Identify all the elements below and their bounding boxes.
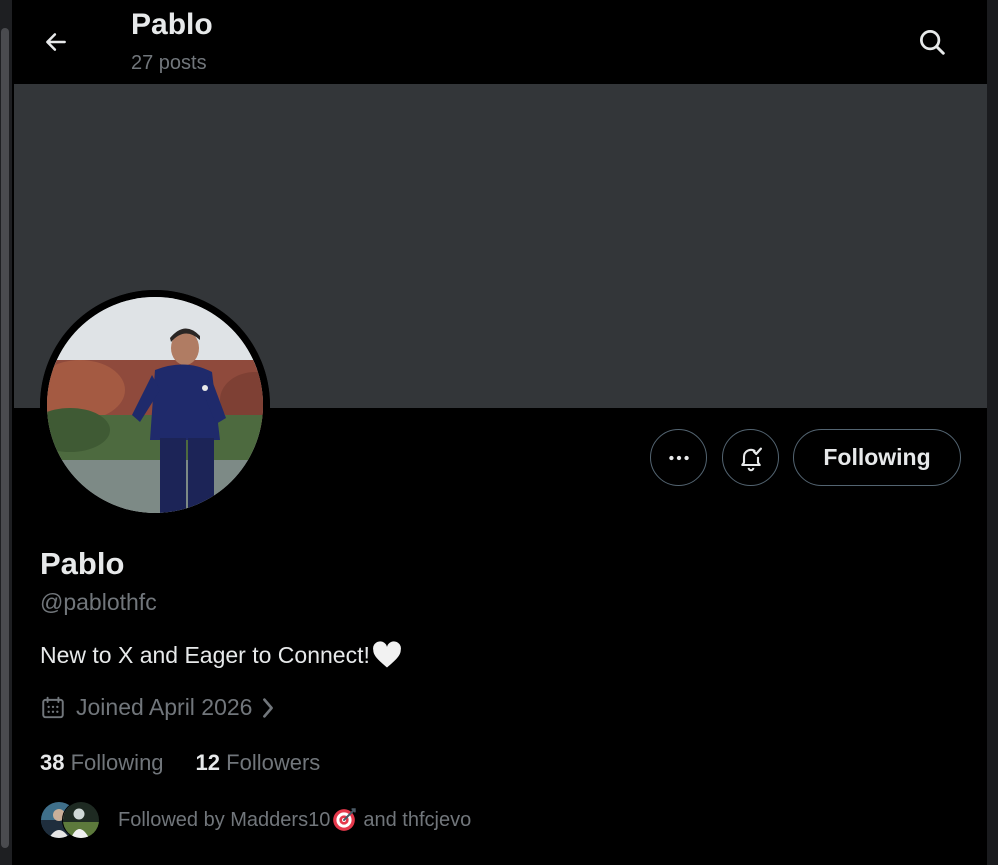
followers-count: 12 bbox=[195, 750, 221, 775]
followers-stat[interactable]: 12 Followers bbox=[196, 750, 321, 776]
followed-by-suffix: and thfcjevo bbox=[363, 808, 472, 831]
following-count: 38 bbox=[40, 750, 65, 775]
follower-avatar bbox=[62, 801, 100, 839]
posts-count: 27 posts bbox=[131, 52, 207, 74]
followed-by[interactable]: Followed by Madders10 and thfcjevo bbox=[40, 801, 471, 839]
profile-name: Pablo bbox=[40, 546, 125, 581]
profile-stats: 38 Following 12 Followers bbox=[40, 750, 352, 776]
arrow-left-icon bbox=[46, 33, 66, 51]
more-horizontal-icon bbox=[668, 455, 689, 460]
right-edge-rail bbox=[987, 0, 998, 865]
followed-by-prefix: Followed by Madders10 bbox=[118, 808, 331, 831]
followers-label: Followers bbox=[226, 750, 321, 775]
profile-bio: New to X and Eager to Connect! bbox=[40, 641, 402, 669]
back-button[interactable] bbox=[36, 22, 76, 62]
search-button[interactable] bbox=[911, 21, 953, 63]
profile-avatar[interactable] bbox=[40, 290, 270, 520]
bio-text: New to X and Eager to Connect! bbox=[40, 641, 370, 668]
profile-header: Pablo 27 posts bbox=[14, 0, 987, 84]
joined-date[interactable]: Joined April 2026 bbox=[40, 694, 276, 721]
chevron-right-icon bbox=[260, 696, 276, 720]
following-stat[interactable]: 38 Following bbox=[40, 750, 164, 776]
window-scrollbar[interactable] bbox=[0, 0, 12, 865]
direct-hit-icon bbox=[331, 807, 357, 833]
followed-by-text: Followed by Madders10 and thfcjevo bbox=[118, 807, 471, 833]
calendar-icon bbox=[40, 695, 66, 721]
search-icon bbox=[920, 30, 945, 55]
notifications-button[interactable] bbox=[722, 429, 779, 486]
scrollbar-thumb[interactable] bbox=[1, 28, 9, 848]
header-title: Pablo bbox=[131, 8, 213, 41]
profile-handle: @pablothfc bbox=[40, 589, 157, 615]
following-button[interactable]: Following bbox=[793, 429, 961, 486]
more-button[interactable] bbox=[650, 429, 707, 486]
joined-text: Joined April 2026 bbox=[76, 694, 253, 720]
avatar-photo bbox=[40, 290, 270, 520]
white-heart-icon bbox=[372, 641, 402, 669]
followed-by-avatars bbox=[40, 801, 102, 839]
bell-check-icon bbox=[740, 447, 762, 471]
following-label: Following bbox=[70, 750, 164, 775]
